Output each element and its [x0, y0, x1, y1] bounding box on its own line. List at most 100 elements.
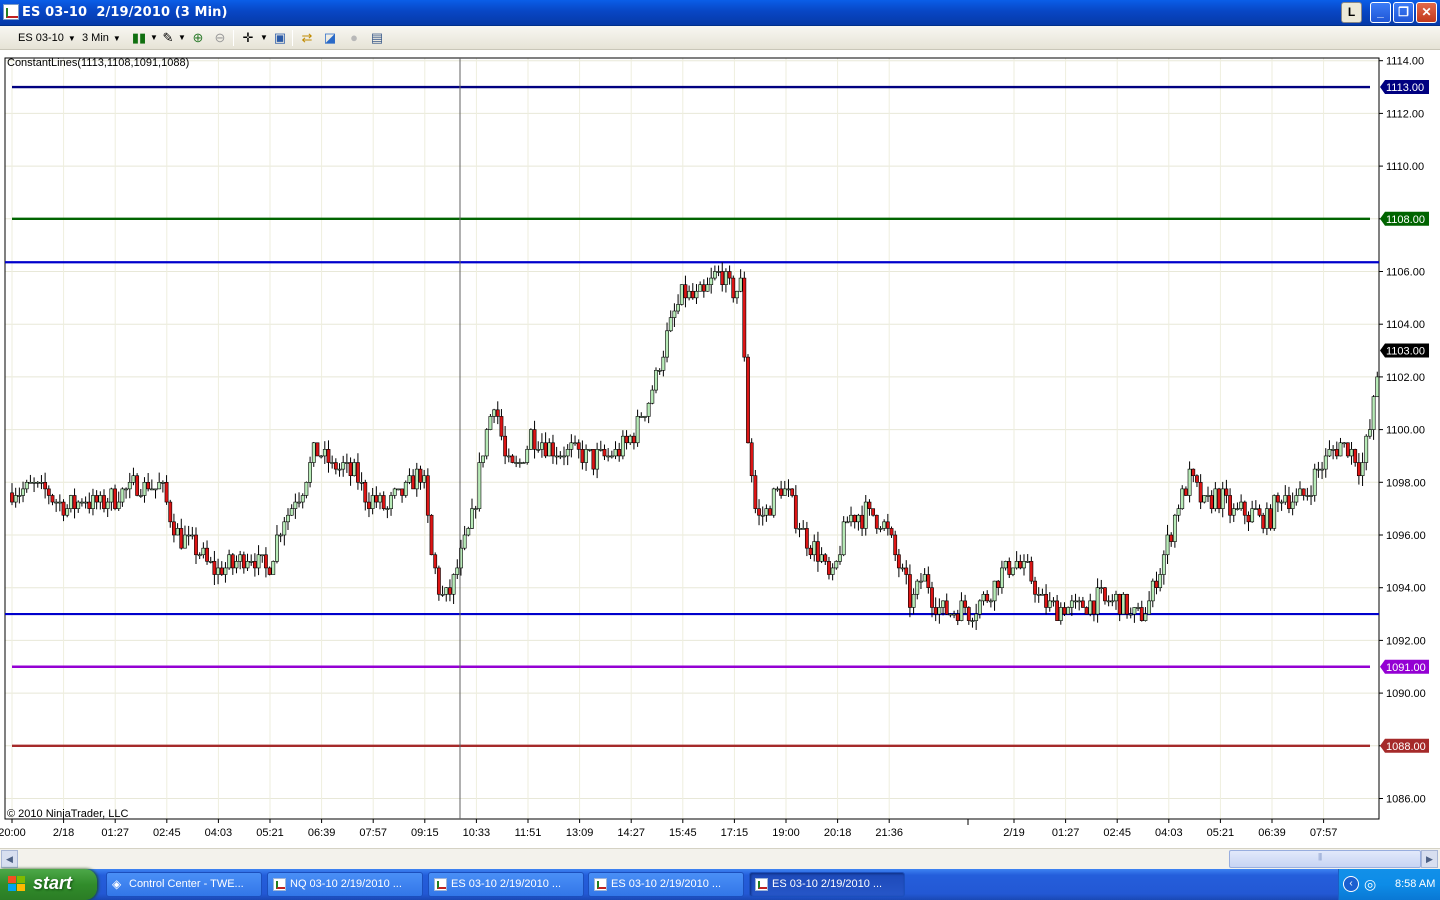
- price-chart[interactable]: 1114.00 1112.00 1110.00 1108.00 1106.00 1104.…: [0, 50, 1440, 848]
- candle-body: [992, 580, 997, 602]
- candle-body: [852, 514, 857, 523]
- candle-body: [580, 449, 585, 463]
- chevron-down-icon[interactable]: ▼: [174, 30, 190, 46]
- candle-body: [208, 561, 213, 563]
- minimize-button[interactable]: _: [1370, 2, 1391, 23]
- chevron-down-icon[interactable]: ▼: [256, 30, 272, 46]
- candle-body: [455, 567, 460, 575]
- candle-body: [1323, 455, 1328, 470]
- restore-button[interactable]: ❐: [1393, 2, 1414, 23]
- candle-body: [462, 534, 467, 549]
- toolbar-separator: [233, 30, 234, 46]
- data-box-icon[interactable]: ▣: [272, 30, 288, 46]
- candle-body: [782, 488, 787, 496]
- candle-body: [1320, 468, 1324, 471]
- taskbar-button-control-center[interactable]: ◈ Control Center - TWE...: [106, 872, 262, 897]
- start-button[interactable]: start: [0, 869, 97, 900]
- candle-body: [679, 284, 684, 305]
- candle-body: [267, 567, 272, 575]
- candle-body: [705, 284, 710, 292]
- candle-body: [212, 561, 217, 575]
- candle-body: [1154, 580, 1159, 588]
- candle-body: [484, 429, 489, 457]
- candle-body: [300, 495, 305, 503]
- candle-body: [135, 475, 140, 496]
- candle-body: [1033, 580, 1037, 595]
- candle-body: [672, 310, 677, 318]
- candle-body: [1301, 488, 1306, 496]
- candle-body: [46, 488, 51, 496]
- candle-body: [414, 468, 419, 490]
- window-l-button[interactable]: L: [1341, 2, 1362, 23]
- zoom-in-icon[interactable]: ⊕: [190, 30, 206, 46]
- instrument-list-icon[interactable]: ⇄: [299, 30, 315, 46]
- candle-body: [716, 271, 721, 273]
- close-button[interactable]: ✕: [1416, 2, 1437, 23]
- time-tick-label: 2/19: [1003, 827, 1024, 839]
- candle-body: [709, 277, 714, 285]
- candle-body: [1239, 501, 1244, 509]
- instrument-selector[interactable]: ES 03-10 ▼: [18, 30, 76, 46]
- time-tick-label: 09:15: [411, 827, 439, 839]
- candle-body: [941, 600, 945, 608]
- properties-icon[interactable]: ▤: [369, 30, 385, 46]
- candle-body: [315, 442, 320, 457]
- strategies-icon[interactable]: ●: [346, 30, 362, 46]
- taskbar-label: ES 03-10 2/19/2010 ...: [772, 878, 883, 890]
- candle-body: [1125, 593, 1129, 615]
- candle-body: [1014, 561, 1019, 569]
- candle-body: [492, 409, 496, 417]
- candle-body: [771, 488, 776, 516]
- candle-body: [915, 580, 920, 595]
- scroll-right-icon[interactable]: ▶: [1421, 850, 1438, 868]
- candle-body: [94, 495, 99, 503]
- candle-body: [396, 488, 401, 491]
- price-tick-label: 1092.00: [1386, 635, 1426, 647]
- chart-style-icon[interactable]: ▮▮: [131, 30, 147, 46]
- zoom-out-icon[interactable]: ⊖: [212, 30, 228, 46]
- candle-body: [120, 488, 125, 503]
- candle-body: [448, 587, 452, 595]
- candle-body: [731, 277, 736, 299]
- taskbar-button-es-chart-active[interactable]: ES 03-10 2/19/2010 ...: [749, 872, 905, 897]
- candle-body: [238, 554, 243, 562]
- candle-body: [1180, 488, 1185, 509]
- candle-body: [1312, 468, 1317, 496]
- show-hidden-icons-icon[interactable]: ‹: [1343, 876, 1359, 892]
- chart-toolbar: ES 03-10 ▼ 3 Min ▼ ▮▮ ▼ ✎ ▼ ⊕ ⊖ ✛ ▼ ▣ ⇄ ◪ …: [0, 26, 1440, 50]
- interval-selector[interactable]: 3 Min ▼: [82, 30, 121, 46]
- candle-body: [701, 284, 706, 292]
- horizontal-scrollbar[interactable]: ◀ ▶: [0, 848, 1440, 869]
- candle-body: [595, 449, 600, 470]
- candle-body: [440, 593, 445, 596]
- candle-body: [470, 508, 474, 529]
- price-tick-label: 1086.00: [1386, 794, 1426, 806]
- crosshair-icon[interactable]: ✛: [240, 30, 256, 46]
- candle-body: [1000, 567, 1004, 589]
- price-axis[interactable]: 1114.00 1112.00 1110.00 1108.00 1106.00 1104.…: [1379, 56, 1426, 806]
- scroll-thumb[interactable]: [1229, 850, 1421, 868]
- candle-body: [959, 600, 964, 621]
- candle-body: [690, 290, 695, 299]
- taskbar-button-es-chart-2[interactable]: ES 03-10 2/19/2010 ...: [588, 872, 744, 897]
- candle-body: [1338, 442, 1343, 457]
- network-icon[interactable]: ◎: [1364, 876, 1376, 893]
- candle-body: [1287, 495, 1291, 509]
- candle-body: [569, 442, 574, 450]
- taskbar-button-es-chart-1[interactable]: ES 03-10 2/19/2010 ...: [428, 872, 584, 897]
- window-title: ES 03-10 2/19/2010 (3 Min): [22, 5, 228, 20]
- taskbar-button-nq-chart[interactable]: NQ 03-10 2/19/2010 ...: [267, 872, 423, 897]
- candle-body: [1375, 376, 1380, 397]
- window-titlebar[interactable]: ES 03-10 2/19/2010 (3 Min) L _ ❐ ✕: [0, 0, 1440, 26]
- clock[interactable]: 8:58 AM: [1395, 878, 1435, 890]
- candle-body: [495, 409, 500, 417]
- candle-body: [587, 449, 592, 451]
- scroll-left-icon[interactable]: ◀: [1, 850, 18, 868]
- candle-body: [1114, 593, 1118, 602]
- ninjatrader-chart-icon: [3, 4, 19, 20]
- chart-window-icon: [755, 878, 768, 891]
- candle-body: [1294, 495, 1299, 503]
- candle-body: [422, 475, 427, 483]
- indicators-icon[interactable]: ◪: [322, 30, 338, 46]
- candle-body: [1327, 449, 1332, 457]
